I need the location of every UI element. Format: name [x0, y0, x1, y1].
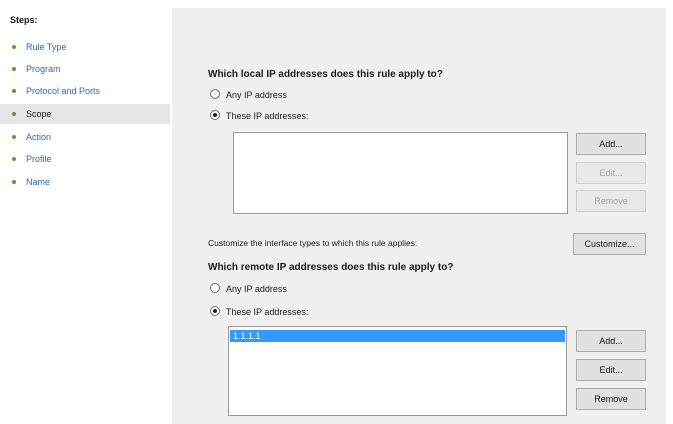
local-edit-button[interactable]: Edit... — [576, 162, 646, 184]
radio-button[interactable] — [210, 110, 220, 120]
remote-these-ip-radio[interactable]: These IP addresses: — [210, 305, 390, 319]
step-label: Name — [26, 177, 51, 187]
step-bullet-icon — [12, 45, 16, 49]
radio-button[interactable] — [210, 89, 220, 99]
step-protocol-and-ports[interactable]: Protocol and Ports — [0, 81, 170, 101]
radio-label: These IP addresses: — [226, 307, 309, 317]
remote-ip-list[interactable]: 1.1.1.1 — [228, 326, 567, 416]
customize-button[interactable]: Customize... — [573, 233, 646, 255]
local-remove-button[interactable]: Remove — [576, 190, 646, 212]
step-program[interactable]: Program — [0, 59, 170, 79]
local-these-ip-radio[interactable]: These IP addresses: — [210, 109, 390, 123]
step-bullet-icon — [12, 135, 16, 139]
customize-description: Customize the interface types to which t… — [208, 238, 418, 248]
radio-label: Any IP address — [226, 284, 287, 294]
remote-remove-button[interactable]: Remove — [576, 388, 646, 410]
scope-panel: Which local IP addresses does this rule … — [172, 8, 666, 424]
step-label: Protocol and Ports — [26, 86, 101, 96]
step-label: Action — [26, 132, 52, 142]
remote-edit-button[interactable]: Edit... — [576, 359, 646, 381]
remote-ip-question: Which remote IP addresses does this rule… — [208, 262, 454, 273]
step-scope[interactable]: Scope — [0, 104, 170, 124]
radio-button[interactable] — [210, 306, 220, 316]
local-ip-list[interactable] — [233, 132, 568, 214]
remote-ip-list-item[interactable]: 1.1.1.1 — [230, 330, 565, 342]
remote-add-button[interactable]: Add... — [576, 330, 646, 352]
step-bullet-icon — [12, 67, 16, 71]
steps-sidebar: Steps: Rule Type Program Protocol and Po… — [0, 0, 170, 424]
step-label: Profile — [26, 154, 52, 164]
step-name[interactable]: Name — [0, 172, 170, 192]
radio-label: These IP addresses: — [226, 111, 309, 121]
radio-label: Any IP address — [226, 90, 287, 100]
step-bullet-icon — [12, 112, 16, 116]
step-action[interactable]: Action — [0, 127, 170, 147]
step-rule-type[interactable]: Rule Type — [0, 37, 170, 57]
steps-title: Steps: — [10, 15, 38, 25]
step-label: Scope — [26, 109, 52, 119]
step-label: Program — [26, 64, 61, 74]
step-bullet-icon — [12, 180, 16, 184]
remote-any-ip-radio[interactable]: Any IP address — [210, 282, 360, 296]
local-any-ip-radio[interactable]: Any IP address — [210, 88, 360, 102]
step-profile[interactable]: Profile — [0, 149, 170, 169]
step-label: Rule Type — [26, 42, 67, 52]
radio-button[interactable] — [210, 283, 220, 293]
step-bullet-icon — [12, 89, 16, 93]
step-bullet-icon — [12, 157, 16, 161]
local-add-button[interactable]: Add... — [576, 133, 646, 155]
local-ip-question: Which local IP addresses does this rule … — [208, 69, 443, 80]
